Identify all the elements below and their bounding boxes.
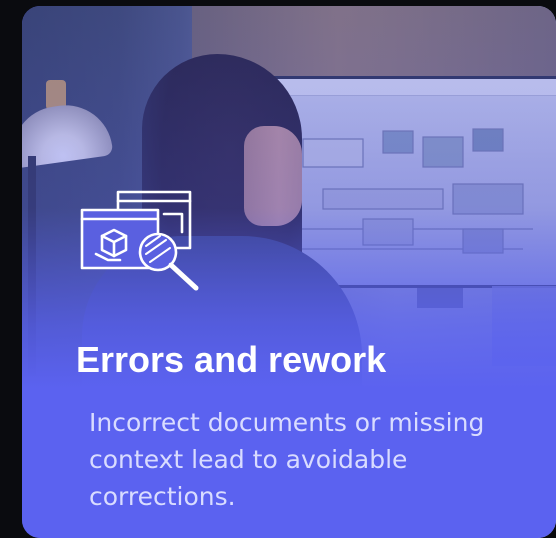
info-card: Errors and rework Incorrect documents or… [22,6,556,538]
documents-magnifier-icon [78,188,204,292]
card-description: Incorrect documents or missing context l… [89,408,485,511]
card-title: Errors and rework [76,339,387,380]
